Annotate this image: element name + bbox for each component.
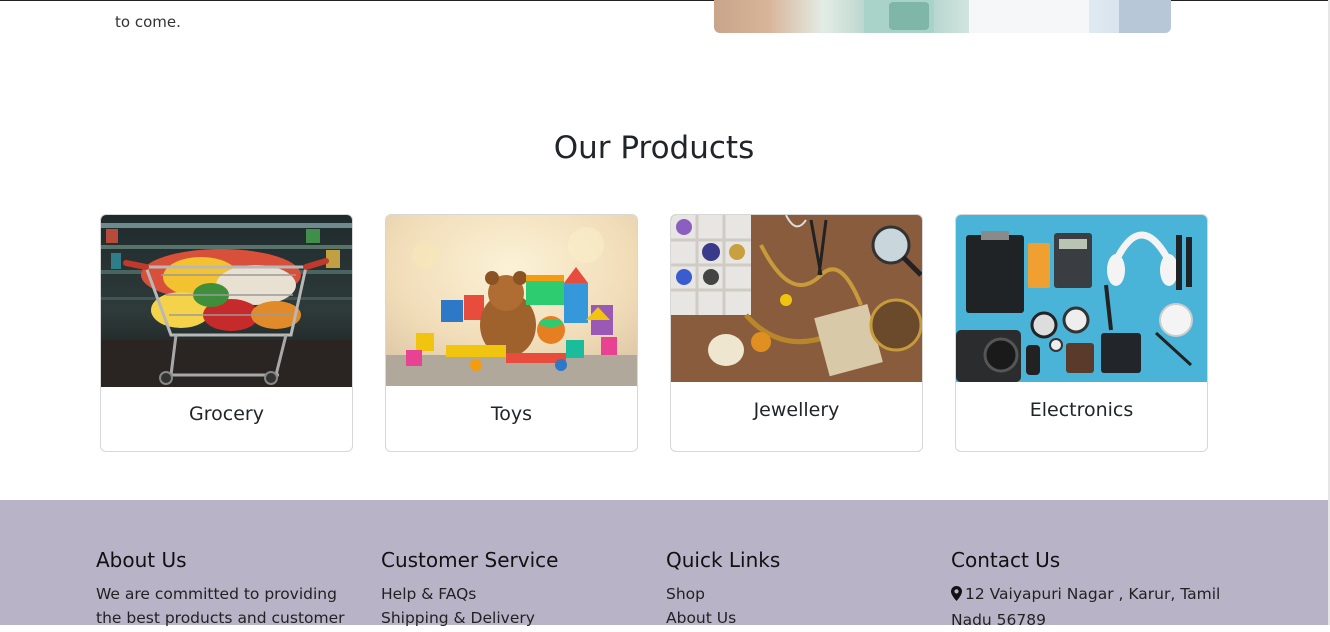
footer-contact: Contact Us 12 Vaiyapuri Nagar , Karur, T… bbox=[951, 548, 1221, 632]
about-description: to come. bbox=[115, 0, 595, 34]
footer-contact-address: 12 Vaiyapuri Nagar , Karur, Tamil Nadu 5… bbox=[951, 585, 1221, 629]
footer-link-shipping-delivery[interactable]: Shipping & Delivery bbox=[381, 606, 651, 630]
footer-link-about-us[interactable]: About Us bbox=[666, 606, 936, 630]
footer-quick-links: Quick Links Shop About Us bbox=[666, 548, 936, 630]
about-cutoff-line bbox=[115, 0, 595, 10]
product-card-electronics[interactable]: Electronics bbox=[955, 214, 1208, 452]
map-marker-icon bbox=[951, 584, 962, 608]
product-card-grocery[interactable]: Grocery bbox=[100, 214, 353, 452]
footer-customer-service: Customer Service Help & FAQs Shipping & … bbox=[381, 548, 651, 630]
footer-about-text: We are committed to providing the best p… bbox=[96, 585, 345, 627]
footer-contact-title: Contact Us bbox=[951, 548, 1061, 572]
product-label-electronics[interactable]: Electronics bbox=[956, 399, 1207, 421]
product-label-toys[interactable]: Toys bbox=[386, 403, 637, 425]
footer-link-shop[interactable]: Shop bbox=[666, 582, 936, 606]
footer-quick-links-title: Quick Links bbox=[666, 548, 781, 572]
section-title: Our Products bbox=[553, 130, 755, 166]
footer-link-help-faqs[interactable]: Help & FAQs bbox=[381, 582, 651, 606]
footer-about-title: About Us bbox=[96, 548, 187, 572]
footer: About Us We are committed to providing t… bbox=[0, 500, 1328, 629]
product-card-toys[interactable]: Toys bbox=[385, 214, 638, 452]
footer-about: About Us We are committed to providing t… bbox=[96, 548, 366, 630]
footer-customer-service-title: Customer Service bbox=[381, 548, 559, 572]
about-image bbox=[714, 0, 1171, 33]
product-card-jewellery[interactable]: Jewellery bbox=[670, 214, 923, 452]
electronics-image bbox=[956, 215, 1207, 382]
about-text-end: to come. bbox=[115, 13, 181, 31]
shopping-cart-image bbox=[101, 215, 352, 387]
toys-image bbox=[386, 215, 637, 386]
product-label-grocery[interactable]: Grocery bbox=[101, 403, 352, 425]
product-label-jewellery[interactable]: Jewellery bbox=[671, 399, 922, 421]
jewellery-image bbox=[671, 215, 922, 382]
